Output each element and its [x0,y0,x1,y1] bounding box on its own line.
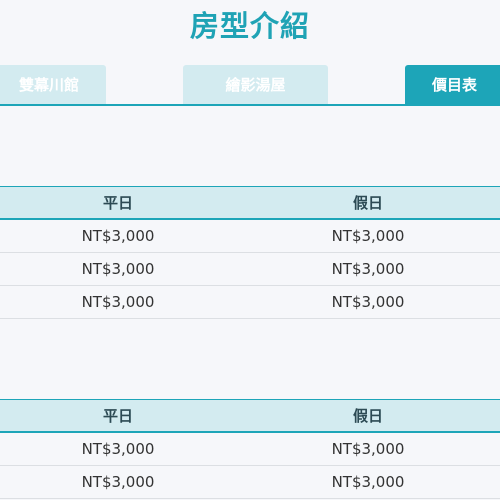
holiday-price: NT$3,000 [236,432,500,466]
tab-huiying-bathhouse[interactable]: 繪影湯屋 [183,65,328,105]
table-row: NT$3,000 NT$3,000 [0,466,500,499]
holiday-price: NT$3,000 [236,466,500,499]
tab-underline [0,104,500,106]
table-header-row: 平日 假日 [0,187,500,220]
table-row: NT$3,000 NT$3,000 [0,286,500,319]
column-header-weekday: 平日 [0,187,236,220]
price-table-1: 平日 假日 NT$3,000 NT$3,000 NT$3,000 NT$3,00… [0,186,500,319]
weekday-price: NT$3,000 [0,286,236,319]
tab-bar: 雙幕川館 繪影湯屋 價目表 [0,65,500,105]
weekday-price: NT$3,000 [0,219,236,253]
table-row: NT$3,000 NT$3,000 [0,432,500,466]
page-title: 房型介紹 [0,3,500,45]
tab-price-list[interactable]: 價目表 [405,65,500,105]
holiday-price: NT$3,000 [236,219,500,253]
holiday-price: NT$3,000 [236,286,500,319]
table-row: NT$3,000 NT$3,000 [0,253,500,286]
table-row: NT$3,000 NT$3,000 [0,219,500,253]
holiday-price: NT$3,000 [236,253,500,286]
weekday-price: NT$3,000 [0,253,236,286]
column-header-holiday: 假日 [236,400,500,433]
column-header-holiday: 假日 [236,187,500,220]
column-header-weekday: 平日 [0,400,236,433]
tab-shuangmu-hall[interactable]: 雙幕川館 [0,65,106,105]
weekday-price: NT$3,000 [0,466,236,499]
price-table-2: 平日 假日 NT$3,000 NT$3,000 NT$3,000 NT$3,00… [0,399,500,499]
weekday-price: NT$3,000 [0,432,236,466]
table-header-row: 平日 假日 [0,400,500,433]
